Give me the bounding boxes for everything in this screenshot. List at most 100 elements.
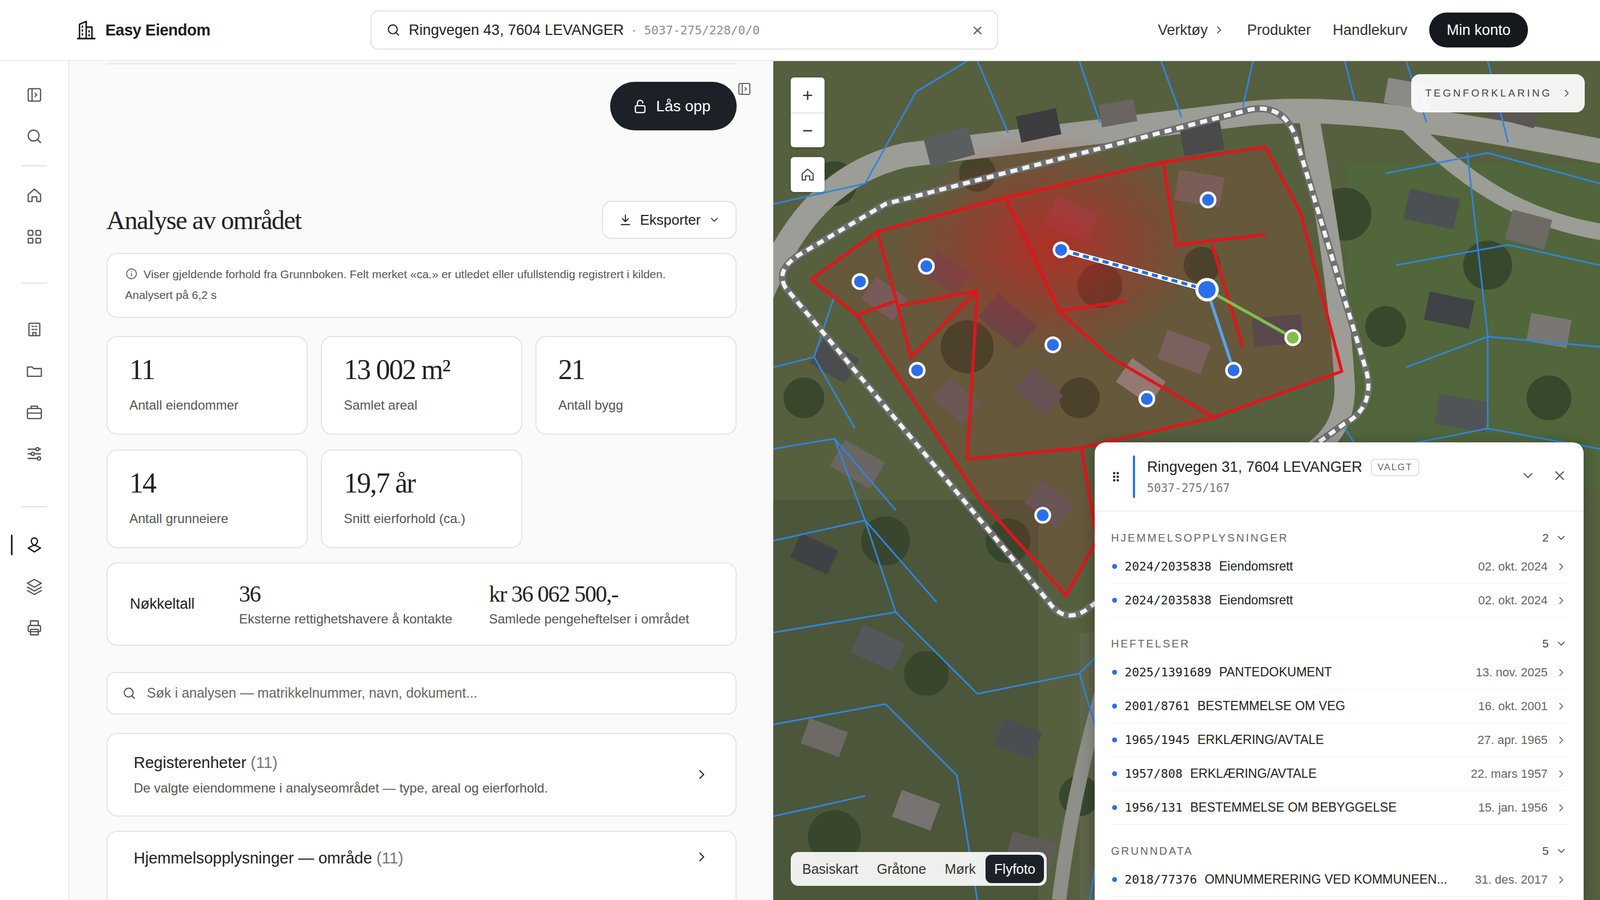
info-text: Viser gjeldende forhold fra Grunnboken. … — [143, 267, 666, 281]
zoom-out-button[interactable]: − — [790, 112, 825, 148]
chevron-right-icon — [1560, 87, 1573, 100]
stat-value: 21 — [558, 353, 714, 386]
section-name: Registerenheter — [133, 754, 247, 772]
chevron-right-icon — [1555, 802, 1568, 815]
document-row[interactable]: 1956/131BESTEMMELSE OM BEBYGGELSE15. jan… — [1111, 791, 1568, 826]
document-type: Eiendomsrett — [1219, 593, 1471, 608]
zoom-in-button[interactable]: + — [790, 77, 825, 113]
group-header[interactable]: GRUNNDATA5 — [1111, 825, 1568, 864]
property-panel: Ringvegen 31, 7604 LEVANGERVALGT5037-275… — [1094, 442, 1584, 900]
matrikkel-code: 5037-275/228/0/0 — [643, 23, 760, 38]
chevron-right-icon — [694, 849, 710, 865]
document-date: 02. okt. 2024 — [1478, 593, 1548, 608]
rail-item[interactable] — [0, 115, 69, 158]
rail-item[interactable] — [0, 607, 69, 649]
section-description: De valgte eiendommene i analyseområdet —… — [133, 780, 548, 797]
nav-item[interactable]: Produkter — [1246, 21, 1311, 39]
chevron-right-icon — [1555, 700, 1568, 713]
close-button[interactable] — [1551, 468, 1568, 486]
key-figure-value: 36 — [239, 581, 489, 608]
rail-item[interactable] — [0, 74, 69, 116]
section-count: (11) — [376, 849, 404, 868]
clear-button[interactable]: × — [971, 20, 983, 40]
home-icon — [799, 166, 816, 183]
home-icon — [25, 186, 44, 205]
search-value: Ringvegen 43, 7604 LEVANGER — [408, 21, 624, 39]
rail-item[interactable] — [0, 216, 69, 258]
unlock-label: Lås opp — [655, 97, 711, 116]
section-title: Hjemmelsopplysninger — område(11) — [133, 849, 404, 868]
document-row[interactable]: 2024/2035838Eiendomsrett02. okt. 2024 — [1111, 583, 1568, 618]
stats-grid: 11Antall eiendommer13 002 m²Samlet areal… — [106, 336, 737, 549]
logo[interactable]: Easy Eiendom — [74, 18, 371, 42]
key-figure: 36Eksterne rettighetshavere å kontakte — [239, 581, 489, 628]
chevron-right-icon — [1555, 560, 1568, 573]
panel-group: HEFTELSER52025/1391689PANTEDOKUMENT13. n… — [1094, 617, 1584, 826]
map: +− TEGNFORKLARING Basiskart GråtoneMørkFlyf… — [773, 61, 1600, 900]
rail-item[interactable] — [0, 350, 69, 392]
rail-item[interactable] — [0, 391, 69, 434]
chevron-down-icon — [1520, 468, 1536, 484]
search-icon — [25, 127, 44, 146]
nav-label: Handlekurv — [1332, 21, 1408, 39]
basemap-option[interactable]: Gråtone — [868, 855, 935, 884]
document-row[interactable]: 2024/2035838Eiendomsrett02. okt. 2024 — [1111, 550, 1568, 584]
collapse-button[interactable] — [1520, 468, 1536, 486]
rail-item[interactable] — [0, 565, 69, 608]
panel-title-row: Ringvegen 31, 7604 LEVANGERVALGT — [1147, 458, 1420, 477]
document-row[interactable]: 2001/8761BESTEMMELSE OM VEG16. okt. 2001 — [1111, 689, 1568, 724]
document-date: 02. okt. 2024 — [1478, 559, 1548, 575]
stat-label: Snitt eierforhold (ca.) — [343, 511, 500, 527]
document-type: ERKLÆRING/AVTALE — [1197, 732, 1470, 748]
analysis-time: Analysert på 6,2 s — [124, 287, 719, 304]
logo-building-icon — [74, 18, 98, 42]
legend-button[interactable]: TEGNFORKLARING — [1411, 74, 1585, 113]
nav-item[interactable]: Verktøy — [1157, 21, 1226, 39]
status-dot — [1112, 771, 1118, 777]
group-header[interactable]: HJEMMELSOPPLYSNINGER 2 — [1111, 511, 1568, 551]
status-dot — [1112, 564, 1118, 570]
group-count-wrap: 2 — [1542, 531, 1568, 545]
document-row[interactable]: 2025/1391689PANTEDOKUMENT13. nov. 2025 — [1111, 655, 1568, 690]
home-view-button[interactable] — [790, 157, 825, 193]
stat-value: 14 — [129, 467, 285, 500]
lock-icon — [631, 98, 649, 115]
stat-card: 11Antall eiendommer — [106, 336, 308, 435]
chevron-down-icon — [1555, 532, 1568, 545]
basemap-option[interactable]: Basiskart — [793, 855, 868, 884]
panel-toggle-icon — [25, 85, 44, 105]
group-title: HJEMMELSOPPLYSNINGER — [1111, 532, 1289, 545]
basemap-label: Basiskart — [802, 861, 859, 878]
info-box: Viser gjeldende forhold fra Grunnboken. … — [106, 253, 737, 319]
export-button[interactable]: Eksporter — [601, 200, 737, 240]
address-search[interactable]: Ringvegen 43, 7604 LEVANGER·5037-275/228… — [370, 10, 999, 50]
unlock-row: Lås opp — [106, 81, 737, 131]
document-row[interactable]: 1957/808ERKLÆRING/AVTALE22. mars 1957 — [1111, 757, 1568, 792]
unlock-button[interactable]: Lås opp — [610, 81, 737, 131]
document-row[interactable]: 2018/77376OMNUMMERERING VED KOMMUNEEN...… — [1111, 863, 1568, 898]
key-figures: Nøkkeltall36Eksterne rettighetshavere å … — [106, 562, 737, 647]
rail-item[interactable] — [0, 174, 69, 217]
document-type: BESTEMMELSE OM VEG — [1197, 699, 1471, 714]
nav-item[interactable]: Handlekurv — [1332, 21, 1408, 39]
analysis-search-input[interactable] — [145, 684, 722, 702]
analysis-search[interactable] — [106, 672, 737, 715]
basemap-option[interactable]: Mørk — [935, 855, 985, 884]
legend-label: TEGNFORKLARING — [1425, 87, 1552, 100]
chevron-right-icon — [1555, 734, 1568, 747]
section-card[interactable]: Registerenheter(11) De valgte eiendommene… — [106, 733, 737, 817]
document-type: Eiendomsrett — [1219, 559, 1471, 575]
document-type: OMNUMMERERING VED KOMMUNEEN... — [1204, 872, 1467, 888]
account-button[interactable]: Min konto — [1429, 12, 1528, 48]
rail-item[interactable] — [0, 308, 69, 351]
rail-item[interactable] — [0, 433, 69, 475]
search-icon — [121, 685, 137, 702]
rail-item[interactable] — [0, 524, 69, 566]
previous-card-edge — [106, 61, 737, 65]
section-title: Registerenheter(11) — [133, 754, 548, 773]
group-count: 5 — [1542, 637, 1549, 651]
section-card[interactable]: Hjemmelsopplysninger — område(11) — [106, 831, 737, 900]
group-header[interactable]: HEFTELSER5 — [1111, 617, 1568, 656]
document-row[interactable]: 1965/1945ERKLÆRING/AVTALE27. apr. 1965 — [1111, 723, 1568, 758]
basemap-option[interactable]: Flyfoto — [985, 855, 1044, 884]
